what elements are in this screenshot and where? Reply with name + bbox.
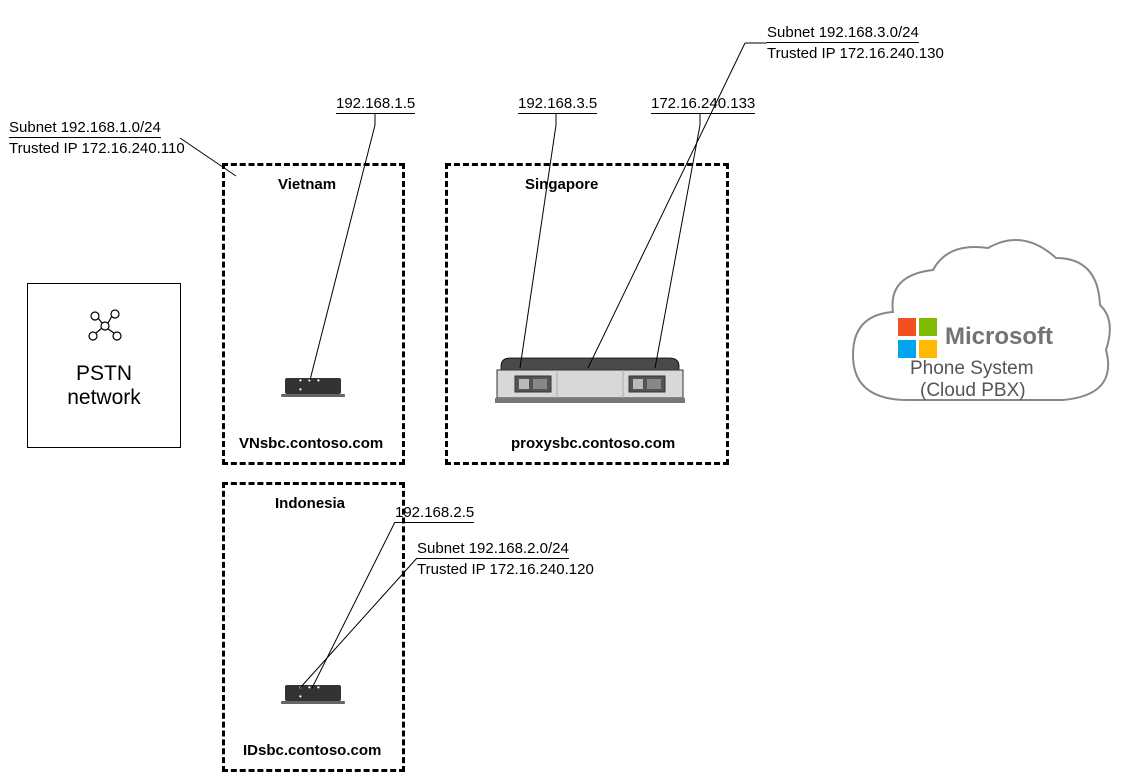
leader-lines xyxy=(0,0,1134,779)
